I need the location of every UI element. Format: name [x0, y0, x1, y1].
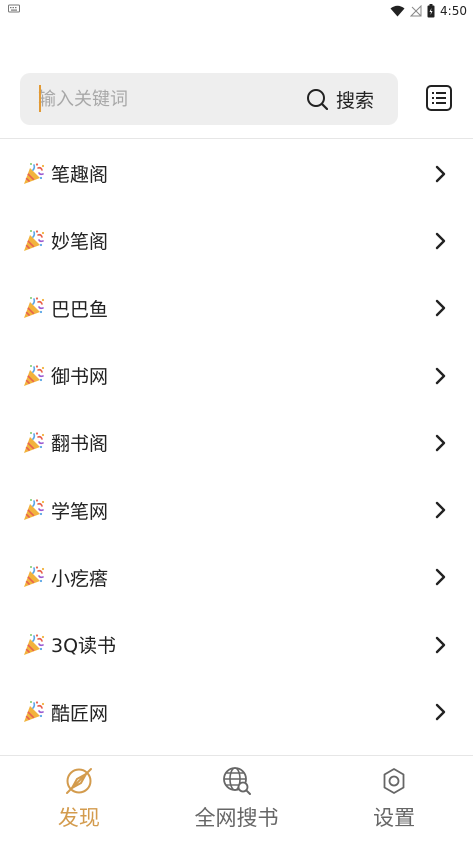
source-label: 翻书阁	[51, 433, 109, 456]
search-icon	[307, 89, 328, 110]
source-label: 3Q读书	[51, 635, 117, 658]
nav-search-all-label: 全网搜书	[194, 806, 279, 830]
chevron-right-icon	[435, 165, 446, 182]
source-list-item[interactable]: 笔趣阁	[0, 140, 473, 207]
source-label: 学笔网	[51, 500, 109, 523]
party-popper-icon	[24, 633, 45, 655]
battery-icon	[427, 4, 435, 18]
wifi-icon	[390, 5, 405, 17]
compass-icon	[65, 768, 92, 794]
party-popper-icon	[24, 364, 45, 386]
bottom-nav: 发现 全网搜书 设置	[0, 756, 473, 842]
source-list-item[interactable]: 翻书阁	[0, 409, 473, 476]
chevron-right-icon	[435, 300, 446, 317]
signal-icon	[410, 5, 422, 17]
source-list-item[interactable]: 妙笔阁	[0, 207, 473, 274]
party-popper-icon	[24, 431, 45, 453]
chevron-right-icon	[435, 703, 446, 721]
source-list-item[interactable]: 巴巴鱼	[0, 275, 473, 342]
party-popper-icon	[24, 499, 45, 521]
source-list-item[interactable]: 学笔网	[0, 476, 473, 543]
nav-settings-label: 设置	[373, 806, 416, 830]
source-label: 酷匠网	[51, 702, 109, 725]
app-screen: 4:50 搜索 笔趣阁 妙笔阁	[0, 0, 473, 842]
source-list-item[interactable]: 小疙瘩	[0, 544, 473, 611]
source-list-item[interactable]: 酷匠网	[0, 678, 473, 745]
chevron-right-icon	[435, 434, 446, 452]
source-label: 巴巴鱼	[51, 298, 109, 321]
globe-search-icon	[222, 767, 251, 795]
nav-search-all[interactable]: 全网搜书	[158, 756, 316, 842]
chevron-right-icon	[435, 501, 446, 519]
search-input[interactable]	[38, 85, 288, 113]
source-label: 御书网	[51, 366, 109, 389]
chevron-right-icon	[435, 232, 446, 250]
status-bar: 4:50	[0, 0, 473, 22]
chevron-right-icon	[435, 367, 446, 384]
source-label: 小疙瘩	[51, 567, 109, 590]
chevron-right-icon	[435, 636, 446, 653]
nav-settings[interactable]: 设置	[315, 756, 473, 842]
list-menu-icon[interactable]	[425, 84, 453, 112]
party-popper-icon	[24, 566, 45, 588]
nav-discover[interactable]: 发现	[0, 756, 158, 842]
party-popper-icon	[24, 297, 45, 319]
keyboard-icon	[8, 4, 20, 13]
party-popper-icon	[24, 162, 45, 184]
search-button[interactable]: 搜索	[306, 73, 374, 125]
source-label: 笔趣阁	[51, 164, 109, 187]
search-button-label: 搜索	[336, 89, 375, 112]
gear-icon	[383, 768, 405, 794]
source-list-item[interactable]: 3Q读书	[0, 611, 473, 678]
nav-discover-label: 发现	[57, 806, 100, 830]
status-time: 4:50	[440, 4, 467, 18]
source-list-item[interactable]: 御书网	[0, 342, 473, 409]
party-popper-icon	[24, 701, 45, 723]
chevron-right-icon	[435, 569, 446, 586]
source-label: 妙笔阁	[51, 231, 109, 254]
text-caret	[39, 85, 41, 112]
source-list: 笔趣阁 妙笔阁 巴巴鱼 御书网 翻书阁 学笔网 小疙瘩 3Q读书 酷匠网	[0, 140, 473, 746]
header-divider	[0, 138, 473, 139]
party-popper-icon	[24, 229, 45, 251]
